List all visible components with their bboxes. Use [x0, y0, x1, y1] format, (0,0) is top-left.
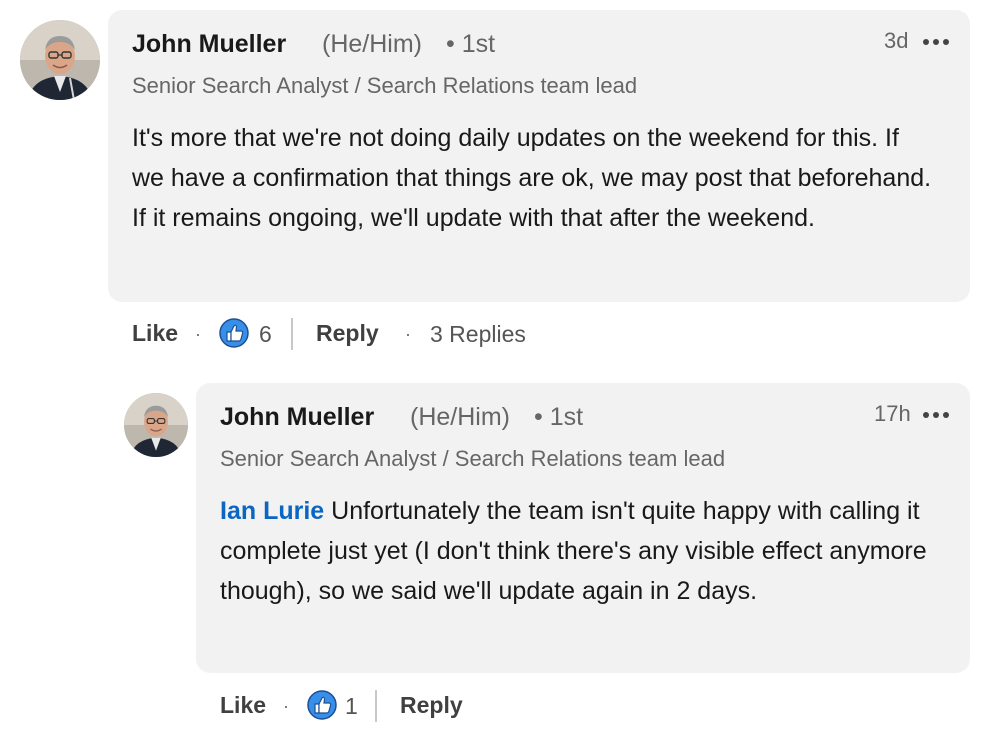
author-avatar[interactable]: [20, 20, 100, 100]
reaction-count[interactable]: 6: [259, 321, 272, 348]
comment-text: It's more that we're not doing daily upd…: [132, 124, 932, 232]
thumbs-up-icon[interactable]: [219, 318, 249, 348]
reply-bubble: John Mueller (He/Him) • 1st Senior Searc…: [196, 383, 970, 673]
separator-dot: ·: [405, 324, 411, 344]
more-options-icon[interactable]: [923, 410, 951, 420]
separator-dot: ·: [283, 696, 289, 716]
reply-like-button[interactable]: Like: [220, 692, 266, 719]
reply-timestamp: 17h: [874, 401, 911, 426]
replies-link[interactable]: 3 Replies: [430, 321, 526, 348]
reply-author-pronouns: (He/Him): [410, 403, 510, 431]
comment-bubble: John Mueller (He/Him) • 1st Senior Searc…: [108, 10, 970, 302]
mention-link[interactable]: Ian Lurie: [220, 497, 324, 525]
author-headline: Senior Search Analyst / Search Relations…: [132, 73, 638, 98]
reply-connection-degree: • 1st: [534, 403, 584, 431]
reply-reaction-count[interactable]: 1: [345, 693, 358, 720]
separator-dot: ·: [195, 324, 201, 344]
reply-reply-button[interactable]: Reply: [400, 692, 463, 719]
comment-timestamp: 3d: [884, 28, 909, 53]
reply-author-avatar[interactable]: [124, 393, 188, 457]
divider: [291, 318, 293, 350]
connection-degree: • 1st: [446, 30, 496, 58]
divider: [375, 690, 377, 722]
reply-author-headline: Senior Search Analyst / Search Relations…: [220, 446, 726, 471]
reply-text: Ian Lurie Unfortunately the team isn't q…: [220, 491, 940, 611]
reply-button[interactable]: Reply: [316, 320, 379, 347]
more-options-icon[interactable]: [923, 37, 951, 47]
thumbs-up-icon[interactable]: [307, 690, 337, 720]
reply-body: Unfortunately the team isn't quite happy…: [220, 497, 927, 605]
author-name[interactable]: John Mueller: [132, 30, 286, 59]
author-pronouns: (He/Him): [322, 30, 422, 58]
reply-author-name[interactable]: John Mueller: [220, 403, 374, 432]
like-button[interactable]: Like: [132, 320, 178, 347]
